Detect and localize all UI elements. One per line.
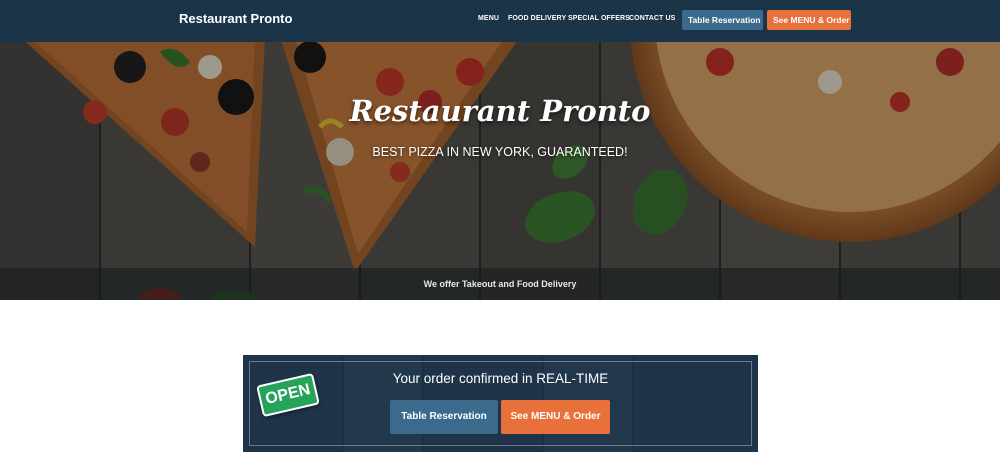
- hero-banner: Restaurant Pronto BEST PIZZA IN NEW YORK…: [0, 42, 1000, 300]
- hero-background-image: [0, 42, 1000, 300]
- order-promo-box: OPEN Your order confirmed in REAL-TIME T…: [243, 355, 758, 452]
- promo-table-reservation-button[interactable]: Table Reservation: [390, 400, 498, 434]
- top-navbar: Restaurant Pronto MENU FOOD DELIVERY SPE…: [0, 0, 1000, 42]
- nav-link-special-offers[interactable]: SPECIAL OFFERS: [568, 15, 630, 22]
- nav-link-food-delivery[interactable]: FOOD DELIVERY: [508, 15, 566, 22]
- nav-link-menu[interactable]: MENU: [478, 15, 499, 22]
- promo-menu-order-button[interactable]: See MENU & Order: [501, 400, 610, 434]
- nav-link-contact-us[interactable]: CONTACT US: [629, 15, 675, 22]
- takeout-delivery-text: We offer Takeout and Food Delivery: [423, 279, 577, 289]
- nav-table-reservation-button[interactable]: Table Reservation: [682, 10, 763, 30]
- nav-menu-order-button[interactable]: See MENU & Order: [767, 10, 851, 30]
- hero-subtitle: BEST PIZZA IN NEW YORK, GUARANTEED!: [372, 145, 628, 159]
- hero-info-band: We offer Takeout and Food Delivery: [0, 268, 1000, 300]
- hero-title: Restaurant Pronto: [349, 94, 651, 128]
- promo-title: Your order confirmed in REAL-TIME: [392, 371, 609, 386]
